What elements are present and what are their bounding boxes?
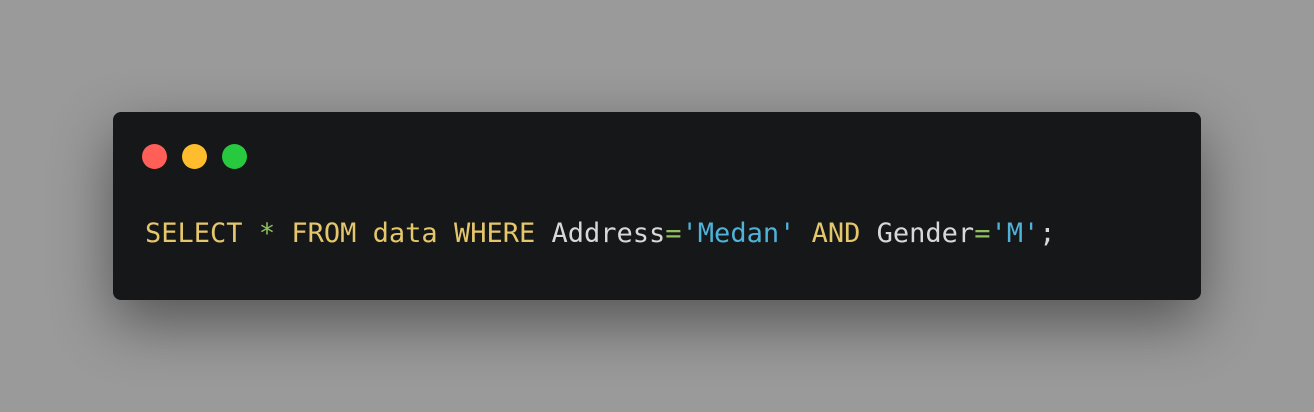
sql-string-m: 'M' — [990, 218, 1040, 249]
sql-table-name: data — [372, 218, 438, 249]
sql-column-address: Address — [551, 218, 666, 249]
sql-operator-equals: = — [665, 218, 682, 249]
sql-column-gender: Gender — [876, 218, 975, 249]
window-controls — [142, 144, 247, 169]
sql-operator-star: * — [258, 218, 276, 249]
sql-operator-equals: = — [974, 218, 991, 249]
sql-string-medan: 'Medan' — [681, 218, 796, 249]
sql-keyword-and: AND — [811, 218, 861, 249]
sql-semicolon: ; — [1039, 218, 1056, 249]
sql-keyword-from: FROM — [291, 218, 357, 249]
code-window: SELECT * FROM data WHERE Address='Medan'… — [113, 112, 1201, 300]
sql-keyword-select: SELECT — [145, 218, 243, 249]
code-line: SELECT * FROM data WHERE Address='Medan'… — [145, 214, 1056, 254]
sql-keyword-where: WHERE — [453, 218, 536, 249]
zoom-button[interactable] — [222, 144, 247, 169]
close-button[interactable] — [142, 144, 167, 169]
minimize-button[interactable] — [182, 144, 207, 169]
